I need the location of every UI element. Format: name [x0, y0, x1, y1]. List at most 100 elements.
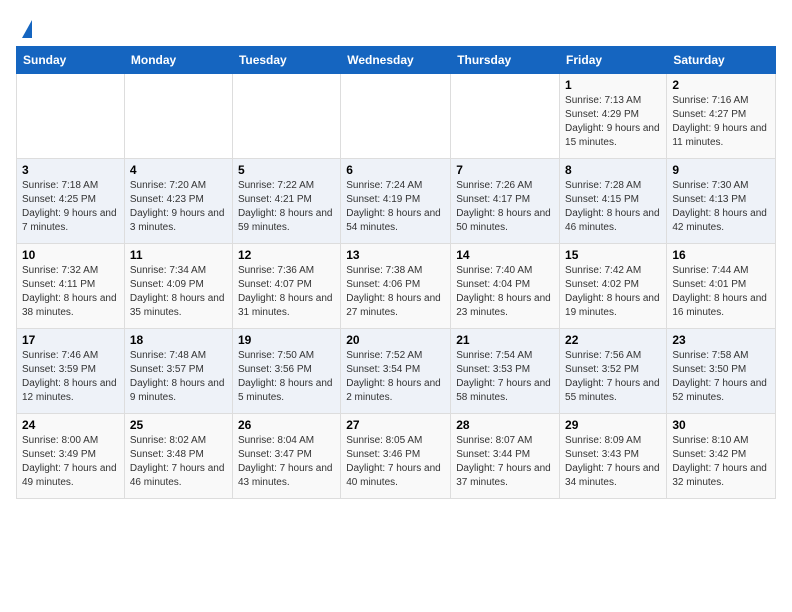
day-info: Sunrise: 7:58 AM Sunset: 3:50 PM Dayligh… — [672, 349, 770, 405]
day-cell: 21 Sunrise: 7:54 AM Sunset: 3:53 PM Dayli… — [451, 329, 560, 414]
day-info: Sunrise: 7:50 AM Sunset: 3:56 PM Dayligh… — [238, 349, 335, 405]
day-cell: 20 Sunrise: 7:52 AM Sunset: 3:54 PM Dayli… — [341, 329, 451, 414]
day-number: 9 — [672, 163, 770, 177]
day-number: 4 — [130, 163, 227, 177]
day-info: Sunrise: 7:36 AM Sunset: 4:07 PM Dayligh… — [238, 264, 335, 320]
day-info: Sunrise: 7:48 AM Sunset: 3:57 PM Dayligh… — [130, 349, 227, 405]
day-info: Sunrise: 7:54 AM Sunset: 3:53 PM Dayligh… — [456, 349, 554, 405]
day-number: 21 — [456, 333, 554, 347]
day-number: 22 — [565, 333, 661, 347]
page-header — [16, 16, 776, 38]
day-cell: 5 Sunrise: 7:22 AM Sunset: 4:21 PM Daylig… — [232, 159, 340, 244]
day-cell: 22 Sunrise: 7:56 AM Sunset: 3:52 PM Dayli… — [560, 329, 667, 414]
day-number: 25 — [130, 418, 227, 432]
day-number: 10 — [22, 248, 119, 262]
day-cell: 2 Sunrise: 7:16 AM Sunset: 4:27 PM Daylig… — [667, 74, 776, 159]
day-cell: 11 Sunrise: 7:34 AM Sunset: 4:09 PM Dayli… — [124, 244, 232, 329]
day-cell: 3Sunrise: 7:18 AM Sunset: 4:25 PM Daylig… — [17, 159, 125, 244]
day-info: Sunrise: 7:52 AM Sunset: 3:54 PM Dayligh… — [346, 349, 445, 405]
day-info: Sunrise: 7:26 AM Sunset: 4:17 PM Dayligh… — [456, 179, 554, 235]
day-cell: 24 Sunrise: 8:00 AM Sunset: 3:49 PM Dayli… — [17, 414, 125, 499]
day-info: Sunrise: 7:22 AM Sunset: 4:21 PM Dayligh… — [238, 179, 335, 235]
week-row-4: 17 Sunrise: 7:46 AM Sunset: 3:59 PM Dayli… — [17, 329, 776, 414]
day-number: 12 — [238, 248, 335, 262]
day-number: 17 — [22, 333, 119, 347]
day-number: 15 — [565, 248, 661, 262]
day-info: Sunrise: 7:38 AM Sunset: 4:06 PM Dayligh… — [346, 264, 445, 320]
day-info: Sunrise: 8:09 AM Sunset: 3:43 PM Dayligh… — [565, 434, 661, 490]
day-cell: 29Sunrise: 8:09 AM Sunset: 3:43 PM Dayli… — [560, 414, 667, 499]
day-info: Sunrise: 7:30 AM Sunset: 4:13 PM Dayligh… — [672, 179, 770, 235]
day-info: Sunrise: 7:46 AM Sunset: 3:59 PM Dayligh… — [22, 349, 119, 405]
day-cell: 17 Sunrise: 7:46 AM Sunset: 3:59 PM Dayli… — [17, 329, 125, 414]
day-info: Sunrise: 7:18 AM Sunset: 4:25 PM Dayligh… — [22, 179, 119, 235]
day-cell — [124, 74, 232, 159]
day-number: 2 — [672, 78, 770, 92]
header-cell-saturday: Saturday — [667, 47, 776, 74]
day-info: Sunrise: 7:40 AM Sunset: 4:04 PM Dayligh… — [456, 264, 554, 320]
day-number: 18 — [130, 333, 227, 347]
day-info: Sunrise: 7:56 AM Sunset: 3:52 PM Dayligh… — [565, 349, 661, 405]
day-cell: 23 Sunrise: 7:58 AM Sunset: 3:50 PM Dayli… — [667, 329, 776, 414]
day-info: Sunrise: 7:44 AM Sunset: 4:01 PM Dayligh… — [672, 264, 770, 320]
day-info: Sunrise: 8:10 AM Sunset: 3:42 PM Dayligh… — [672, 434, 770, 490]
calendar-table: SundayMondayTuesdayWednesdayThursdayFrid… — [16, 46, 776, 499]
day-number: 13 — [346, 248, 445, 262]
day-cell: 1 Sunrise: 7:13 AM Sunset: 4:29 PM Daylig… — [560, 74, 667, 159]
day-cell: 26Sunrise: 8:04 AM Sunset: 3:47 PM Dayli… — [232, 414, 340, 499]
day-cell: 30 Sunrise: 8:10 AM Sunset: 3:42 PM Dayli… — [667, 414, 776, 499]
day-number: 23 — [672, 333, 770, 347]
day-cell: 16 Sunrise: 7:44 AM Sunset: 4:01 PM Dayli… — [667, 244, 776, 329]
day-cell: 27 Sunrise: 8:05 AM Sunset: 3:46 PM Dayli… — [341, 414, 451, 499]
day-info: Sunrise: 8:07 AM Sunset: 3:44 PM Dayligh… — [456, 434, 554, 490]
week-row-3: 10 Sunrise: 7:32 AM Sunset: 4:11 PM Dayli… — [17, 244, 776, 329]
header-cell-tuesday: Tuesday — [232, 47, 340, 74]
day-cell — [451, 74, 560, 159]
day-number: 20 — [346, 333, 445, 347]
day-cell — [232, 74, 340, 159]
day-cell: 15 Sunrise: 7:42 AM Sunset: 4:02 PM Dayli… — [560, 244, 667, 329]
day-info: Sunrise: 7:16 AM Sunset: 4:27 PM Dayligh… — [672, 94, 770, 150]
day-info: Sunrise: 8:05 AM Sunset: 3:46 PM Dayligh… — [346, 434, 445, 490]
day-number: 27 — [346, 418, 445, 432]
day-info: Sunrise: 8:04 AM Sunset: 3:47 PM Dayligh… — [238, 434, 335, 490]
day-cell: 10 Sunrise: 7:32 AM Sunset: 4:11 PM Dayli… — [17, 244, 125, 329]
day-info: Sunrise: 7:34 AM Sunset: 4:09 PM Dayligh… — [130, 264, 227, 320]
day-cell: 13 Sunrise: 7:38 AM Sunset: 4:06 PM Dayli… — [341, 244, 451, 329]
day-number: 11 — [130, 248, 227, 262]
header-cell-wednesday: Wednesday — [341, 47, 451, 74]
day-info: Sunrise: 7:28 AM Sunset: 4:15 PM Dayligh… — [565, 179, 661, 235]
day-cell: 7 Sunrise: 7:26 AM Sunset: 4:17 PM Daylig… — [451, 159, 560, 244]
day-number: 1 — [565, 78, 661, 92]
day-info: Sunrise: 7:42 AM Sunset: 4:02 PM Dayligh… — [565, 264, 661, 320]
day-number: 7 — [456, 163, 554, 177]
day-info: Sunrise: 7:32 AM Sunset: 4:11 PM Dayligh… — [22, 264, 119, 320]
logo — [16, 20, 32, 38]
day-number: 5 — [238, 163, 335, 177]
day-info: Sunrise: 8:00 AM Sunset: 3:49 PM Dayligh… — [22, 434, 119, 490]
day-number: 24 — [22, 418, 119, 432]
day-cell: 28 Sunrise: 8:07 AM Sunset: 3:44 PM Dayli… — [451, 414, 560, 499]
day-cell — [341, 74, 451, 159]
day-number: 30 — [672, 418, 770, 432]
day-number: 19 — [238, 333, 335, 347]
day-number: 28 — [456, 418, 554, 432]
day-number: 16 — [672, 248, 770, 262]
day-cell: 18 Sunrise: 7:48 AM Sunset: 3:57 PM Dayli… — [124, 329, 232, 414]
day-cell: 19 Sunrise: 7:50 AM Sunset: 3:56 PM Dayli… — [232, 329, 340, 414]
calendar-header-row: SundayMondayTuesdayWednesdayThursdayFrid… — [17, 47, 776, 74]
day-cell: 12 Sunrise: 7:36 AM Sunset: 4:07 PM Dayli… — [232, 244, 340, 329]
header-cell-sunday: Sunday — [17, 47, 125, 74]
header-cell-thursday: Thursday — [451, 47, 560, 74]
week-row-2: 3Sunrise: 7:18 AM Sunset: 4:25 PM Daylig… — [17, 159, 776, 244]
day-cell: 4 Sunrise: 7:20 AM Sunset: 4:23 PM Daylig… — [124, 159, 232, 244]
day-cell: 8 Sunrise: 7:28 AM Sunset: 4:15 PM Daylig… — [560, 159, 667, 244]
week-row-5: 24 Sunrise: 8:00 AM Sunset: 3:49 PM Dayli… — [17, 414, 776, 499]
day-info: Sunrise: 7:20 AM Sunset: 4:23 PM Dayligh… — [130, 179, 227, 235]
day-info: Sunrise: 7:13 AM Sunset: 4:29 PM Dayligh… — [565, 94, 661, 150]
day-number: 6 — [346, 163, 445, 177]
day-number: 8 — [565, 163, 661, 177]
day-cell: 14Sunrise: 7:40 AM Sunset: 4:04 PM Dayli… — [451, 244, 560, 329]
header-cell-friday: Friday — [560, 47, 667, 74]
day-cell: 9 Sunrise: 7:30 AM Sunset: 4:13 PM Daylig… — [667, 159, 776, 244]
